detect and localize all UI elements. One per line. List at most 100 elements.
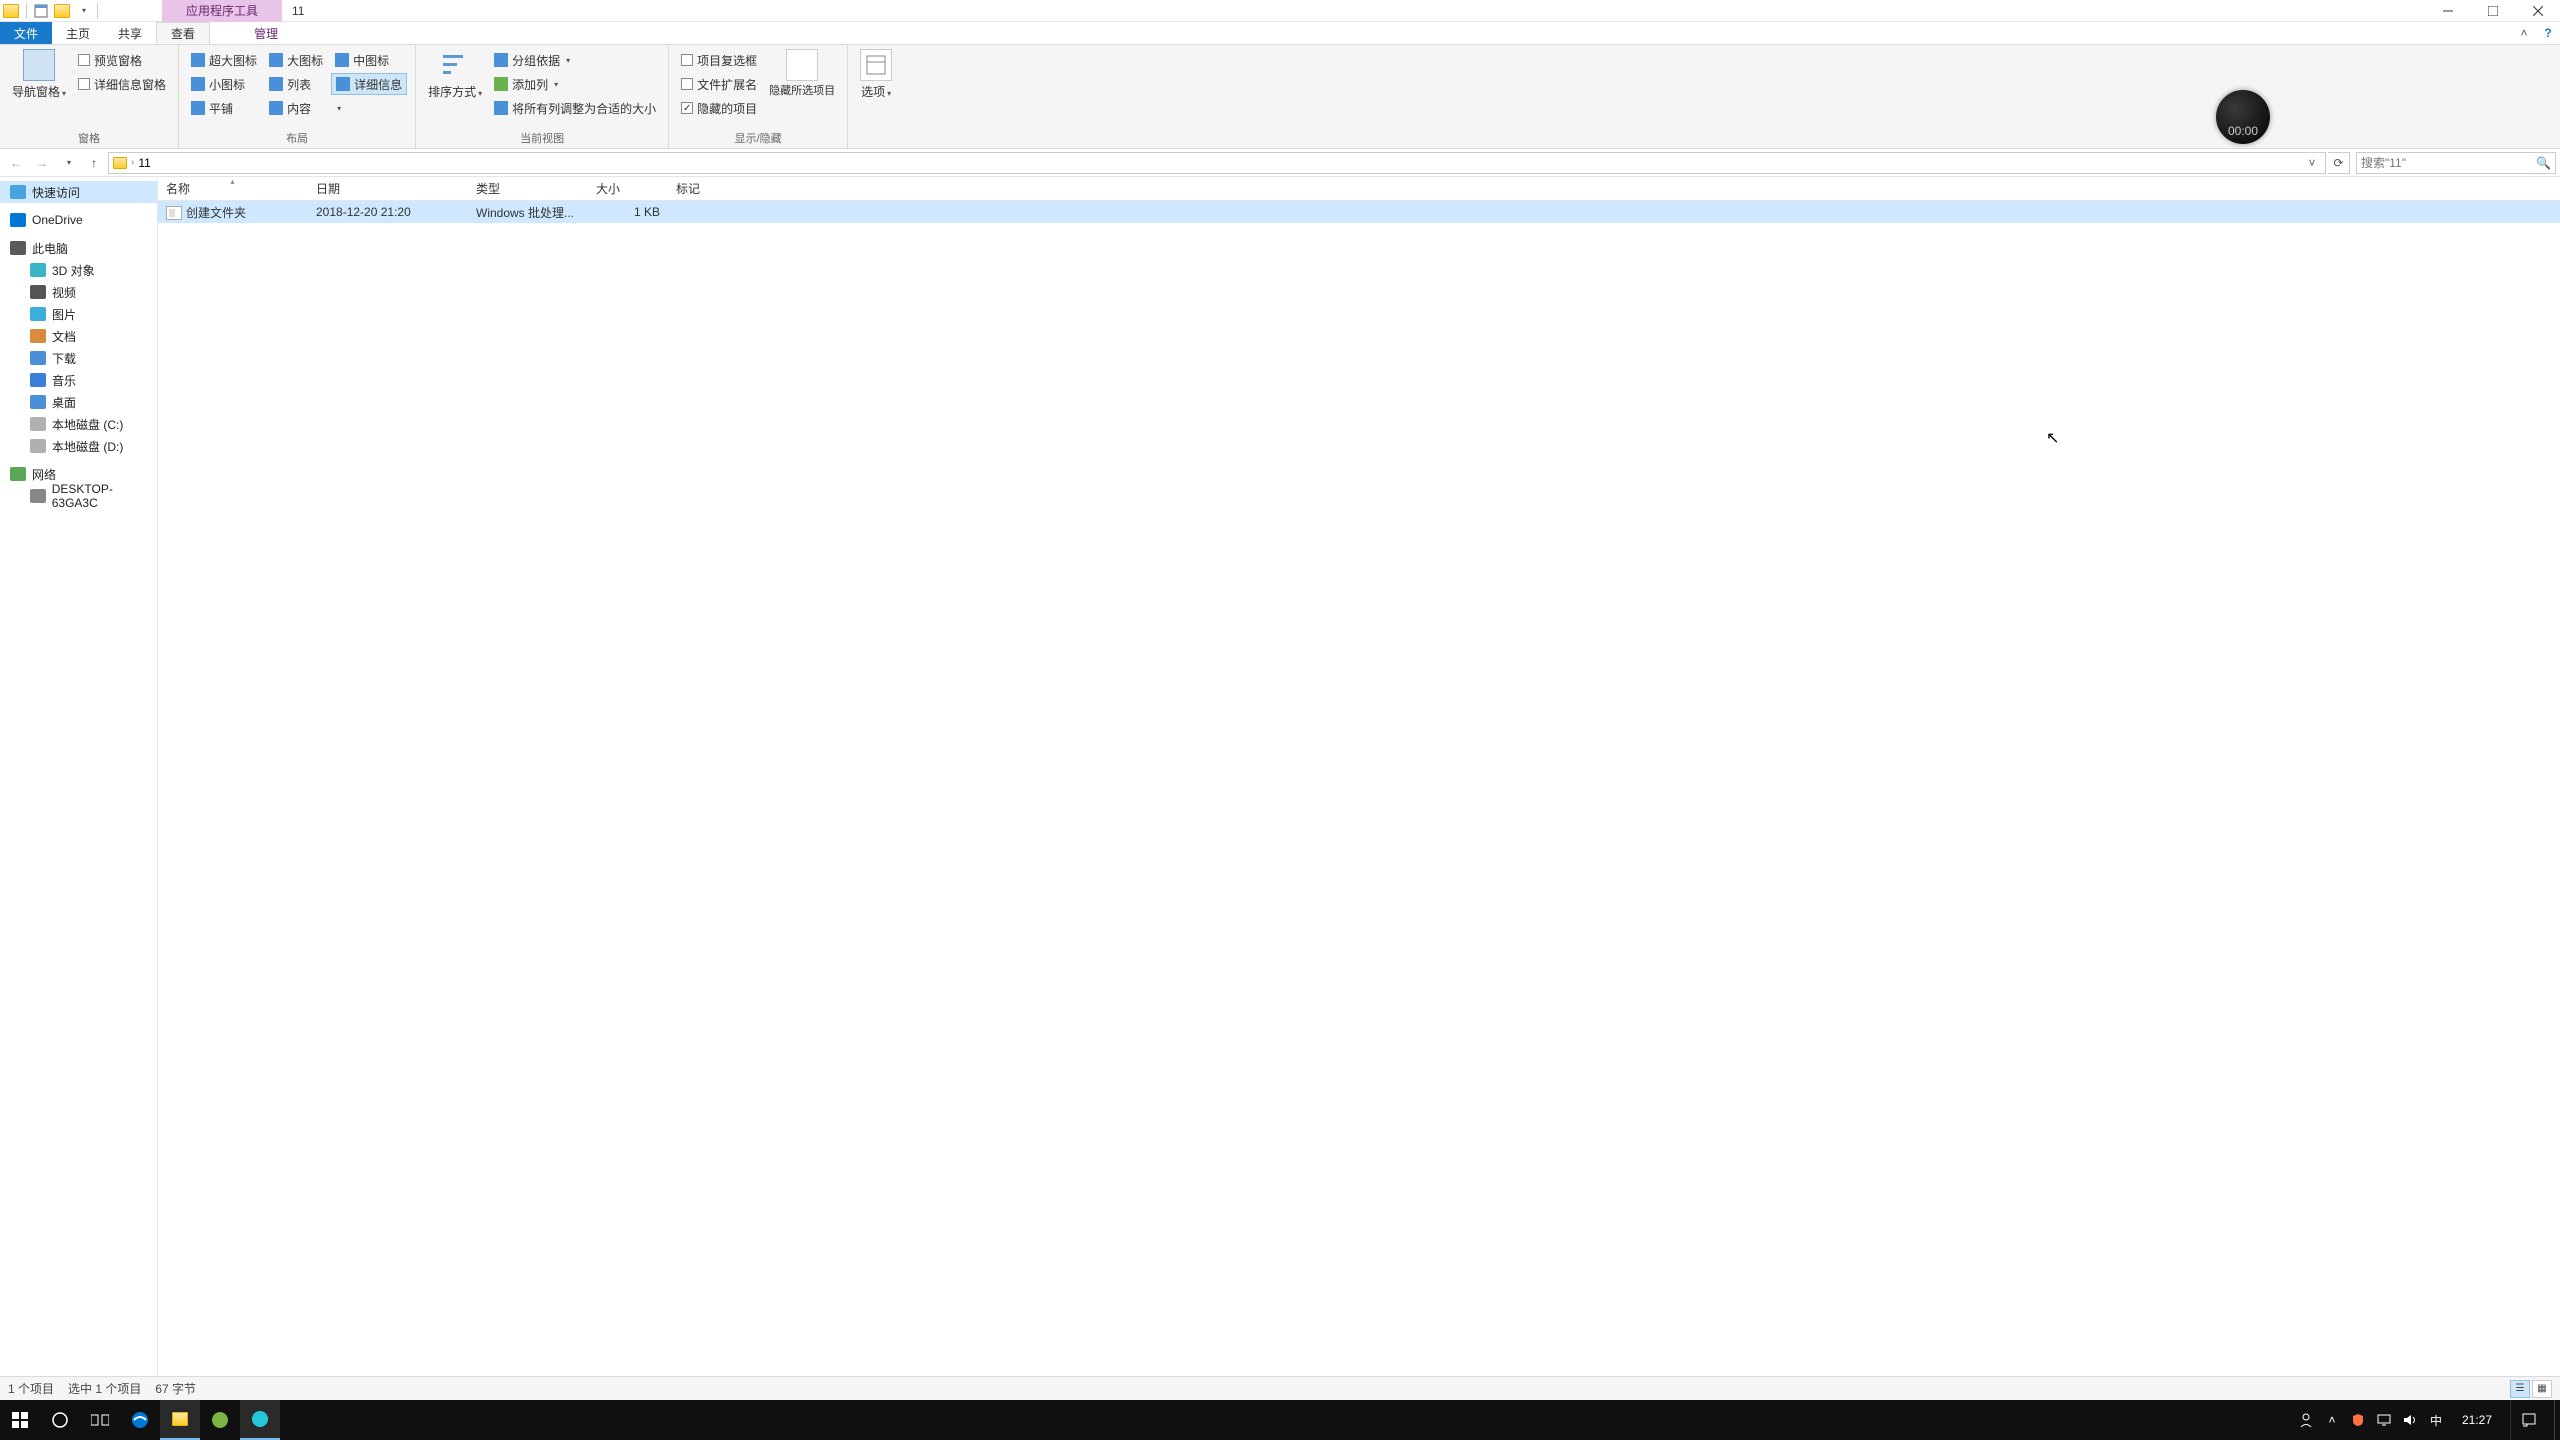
tray-security-icon[interactable] [2350,1412,2366,1428]
search-input[interactable] [2361,156,2536,170]
taskbar-explorer[interactable] [160,1400,200,1440]
forward-button[interactable]: → [30,151,54,175]
label: 详细信息 [354,76,402,93]
tree-documents[interactable]: 文档 [0,325,157,347]
tree-drive-c[interactable]: 本地磁盘 (C:) [0,413,157,435]
collapse-ribbon-button[interactable]: ˄ [2512,22,2536,44]
preview-pane-button[interactable]: 预览窗格 [74,49,170,71]
tree-3d-objects[interactable]: 3D 对象 [0,259,157,281]
cortana-button[interactable] [40,1400,80,1440]
show-desktop-button[interactable] [2554,1400,2560,1440]
item-checkboxes-toggle[interactable]: 项目复选框 [677,49,761,71]
tree-drive-d[interactable]: 本地磁盘 (D:) [0,435,157,457]
screen-recorder-widget[interactable]: 00:00 [2216,90,2270,144]
tab-manage[interactable]: 管理 [240,22,292,44]
size-columns-button[interactable]: 将所有列调整为合适的大小 [490,97,660,119]
hidden-items-toggle[interactable]: ✓隐藏的项目 [677,97,761,119]
up-button[interactable]: ↑ [82,151,106,175]
back-button[interactable]: ← [4,151,28,175]
tray-people-icon[interactable] [2298,1412,2314,1428]
layout-list[interactable]: 列表 [265,73,327,95]
drive-icon [30,417,46,431]
tab-share[interactable]: 共享 [104,22,156,44]
tab-home[interactable]: 主页 [52,22,104,44]
nav-pane-button[interactable]: 导航窗格▾ [6,47,72,102]
label: 超大图标 [209,52,257,69]
layout-large[interactable]: 大图标 [265,49,327,71]
ribbon-group-current-view: 排序方式▾ 分组依据▾ 添加列▾ 将所有列调整为合适的大小 当前视图 [416,45,669,148]
refresh-button[interactable]: ⟳ [2328,152,2350,174]
add-columns-icon [494,77,508,91]
search-box[interactable]: 🔍 [2356,152,2556,174]
recent-locations-button[interactable]: ▾ [56,151,80,175]
taskbar-app-green[interactable] [200,1400,240,1440]
taskbar-clock[interactable]: 21:27 [2454,1413,2500,1427]
navigation-tree[interactable]: 快速访问 OneDrive 此电脑 3D 对象 视频 图片 文档 下载 音乐 桌… [0,177,158,1376]
col-tags[interactable]: 标记 [668,177,748,200]
col-date[interactable]: 日期 [308,177,468,200]
breadcrumb-segment[interactable]: 11 [138,156,150,170]
tray-show-hidden-icon[interactable]: ˄ [2324,1412,2340,1428]
qat-new-folder[interactable] [51,0,73,22]
group-label-show-hide: 显示/隐藏 [675,128,841,148]
details-view-button[interactable]: ☰ [2510,1380,2530,1398]
file-rows[interactable]: 创建文件夹 2018-12-20 21:20 Windows 批处理... 1 … [158,201,2560,1376]
tree-this-pc[interactable]: 此电脑 [0,237,157,259]
col-name[interactable]: 名称▴ [158,177,308,200]
taskbar-app-teal[interactable] [240,1400,280,1440]
qat-properties[interactable] [31,1,51,21]
address-history-dropdown[interactable]: ˅ [2303,156,2321,170]
tree-desktop[interactable]: 桌面 [0,391,157,413]
extra-large-icon [191,53,205,67]
details-pane-button[interactable]: 详细信息窗格 [74,73,170,95]
file-ext-toggle[interactable]: 文件扩展名 [677,73,761,95]
qat-customize[interactable]: ▾ [73,1,93,21]
tray-volume-icon[interactable] [2402,1412,2418,1428]
layout-extra-large[interactable]: 超大图标 [187,49,261,71]
layout-medium[interactable]: 中图标 [331,49,407,71]
action-center-button[interactable] [2510,1400,2546,1440]
hide-selected-button[interactable]: 隐藏所选项目 [763,47,841,100]
help-button[interactable]: ? [2536,22,2560,44]
file-name: 创建文件夹 [186,206,246,220]
checkbox-icon [78,78,90,90]
tree-network-computer[interactable]: DESKTOP-63GA3C [0,485,157,507]
tree-pictures[interactable]: 图片 [0,303,157,325]
address-input[interactable]: › 11 ˅ [108,152,2326,174]
group-by-button[interactable]: 分组依据▾ [490,49,660,71]
tree-music[interactable]: 音乐 [0,369,157,391]
options-button[interactable]: 选项▾ [854,47,898,102]
layout-details[interactable]: 详细信息 [331,73,407,95]
tab-file[interactable]: 文件 [0,22,52,44]
tree-quick-access[interactable]: 快速访问 [0,181,157,203]
file-row[interactable]: 创建文件夹 2018-12-20 21:20 Windows 批处理... 1 … [158,201,2560,223]
label: 此电脑 [32,240,68,257]
thumbnails-view-button[interactable]: ▦ [2532,1380,2552,1398]
tray-ime[interactable]: 中 [2428,1412,2444,1428]
task-view-button[interactable] [80,1400,120,1440]
layout-more[interactable]: ▾ [331,97,407,119]
start-button[interactable] [0,1400,40,1440]
sort-by-button[interactable]: 排序方式▾ [422,47,488,102]
tree-onedrive[interactable]: OneDrive [0,209,157,231]
window-controls [2425,0,2560,22]
tray-network-icon[interactable] [2376,1412,2392,1428]
status-bar: 1 个项目 选中 1 个项目 67 字节 ☰ ▦ [0,1376,2560,1400]
taskbar-edge[interactable] [120,1400,160,1440]
col-size[interactable]: 大小 [588,177,668,200]
maximize-button[interactable] [2470,0,2515,22]
desktop-icon [30,395,46,409]
layout-small[interactable]: 小图标 [187,73,261,95]
close-button[interactable] [2515,0,2560,22]
main-area: 快速访问 OneDrive 此电脑 3D 对象 视频 图片 文档 下载 音乐 桌… [0,177,2560,1376]
label: 桌面 [52,394,76,411]
add-columns-button[interactable]: 添加列▾ [490,73,660,95]
col-type[interactable]: 类型 [468,177,588,200]
layout-content[interactable]: 内容 [265,97,327,119]
tree-downloads[interactable]: 下载 [0,347,157,369]
tab-view[interactable]: 查看 [156,22,210,44]
layout-tiles[interactable]: 平铺 [187,97,261,119]
minimize-button[interactable] [2425,0,2470,22]
tree-videos[interactable]: 视频 [0,281,157,303]
large-icon [269,53,283,67]
